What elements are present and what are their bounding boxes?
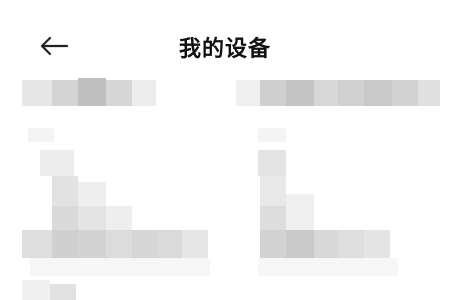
pixelated-block xyxy=(158,230,182,258)
pixelated-block xyxy=(258,128,286,142)
pixelated-block xyxy=(28,128,54,142)
pixelated-block xyxy=(78,78,106,106)
pixelated-block xyxy=(22,280,50,300)
pixelated-block xyxy=(314,80,338,106)
pixelated-block xyxy=(314,230,338,258)
pixelated-block xyxy=(132,80,156,106)
pixelated-block xyxy=(30,258,210,276)
my-devices-screen: 我的设备 xyxy=(0,0,450,300)
pixelated-block xyxy=(78,206,106,230)
pixelated-block xyxy=(260,230,286,258)
pixelated-block xyxy=(52,80,78,106)
pixelated-block xyxy=(52,206,78,230)
pixelated-block xyxy=(78,230,106,258)
pixelated-block xyxy=(286,230,314,258)
pixelated-block xyxy=(132,230,158,258)
pixelated-block xyxy=(260,176,286,206)
pixelated-block xyxy=(52,176,78,206)
pixelated-block xyxy=(52,230,78,258)
pixelated-block xyxy=(40,150,74,176)
pixelated-block xyxy=(260,206,286,230)
pixelated-block xyxy=(78,182,106,206)
pixelated-block xyxy=(418,80,440,106)
pixelated-block xyxy=(338,230,364,258)
pixelated-block xyxy=(106,206,132,230)
pixelated-block xyxy=(286,80,314,106)
pixelated-block xyxy=(364,80,392,106)
pixelated-block xyxy=(22,230,52,258)
pixelated-device-list xyxy=(0,70,450,300)
pixelated-block xyxy=(236,80,260,106)
pixelated-block xyxy=(260,80,286,106)
pixelated-block xyxy=(182,230,208,258)
page-title: 我的设备 xyxy=(178,37,271,62)
pixelated-block xyxy=(286,194,314,230)
pixelated-block xyxy=(258,258,398,276)
pixelated-block xyxy=(106,80,132,106)
pixelated-block xyxy=(364,230,390,258)
pixelated-block xyxy=(22,80,52,106)
pixelated-block xyxy=(392,80,418,106)
pixelated-block xyxy=(258,150,286,176)
pixelated-block xyxy=(338,80,364,106)
pixelated-block xyxy=(106,230,132,258)
pixelated-block xyxy=(50,284,76,300)
